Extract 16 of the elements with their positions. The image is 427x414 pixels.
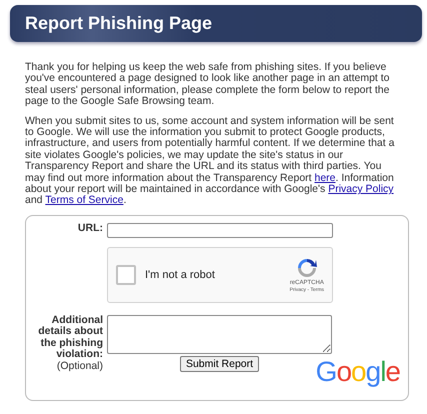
captcha-checkbox[interactable] [116, 264, 136, 285]
optional-note: (Optional) [56, 360, 103, 372]
paragraph: Thank you for helping us keep the web safe from phishing sites. If you believe you've encountered a page designed to look like another page in an attempt to steal users' personal information, please complete the form below to report the page to the Google Safe Browsing team. [25, 62, 391, 108]
link[interactable]: here [314, 172, 336, 184]
link[interactable]: Terms of Service [45, 194, 124, 206]
captcha-label: I'm not a robot [145, 268, 216, 281]
url-label: URL: [76, 222, 103, 234]
paragraph: When you submit sites to us, some account and system information will be sent to Google. We will use the information you submit to protect Google products, infrastructure, and users from potentially harmful content. If we determine that a site violates Google's policies, we may update the site's status in our Transparency Report and share the URL and its status with third parties. You may find out more information about the Transparency Report here. Information about your report will be maintained in accordance with Google's Privacy Policy and Terms of Service. [25, 116, 396, 207]
recaptcha-icon [296, 256, 318, 279]
page-title: Report Phishing Page [25, 13, 212, 34]
submit-button[interactable]: Submit Report [180, 356, 260, 372]
details-label: Additional details about the phishing violation: [37, 314, 103, 360]
url-field[interactable] [107, 222, 333, 238]
link[interactable]: Privacy Policy [328, 183, 394, 196]
details-field[interactable] [107, 314, 332, 354]
google-logo: Google [316, 356, 400, 388]
